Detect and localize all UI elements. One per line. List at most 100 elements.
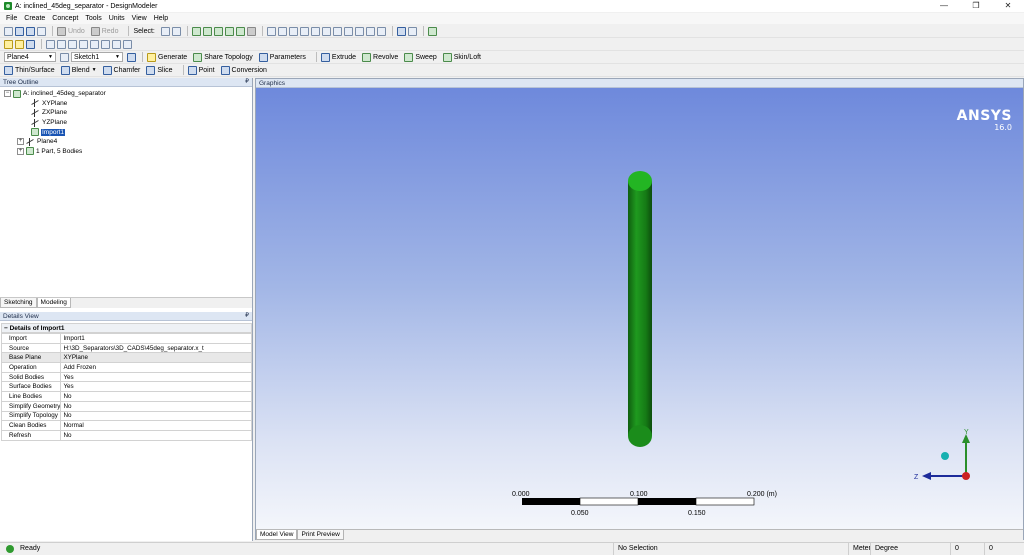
edge-coloring-icon[interactable] bbox=[4, 39, 13, 49]
box-zoom-icon[interactable] bbox=[299, 26, 309, 36]
point-button[interactable]: Point bbox=[187, 65, 215, 75]
tree-item-parts[interactable]: + 1 Part, 5 Bodies bbox=[0, 147, 252, 157]
redo-button[interactable]: Redo bbox=[90, 26, 118, 36]
slice-button[interactable]: Slice bbox=[146, 65, 173, 75]
generate-button[interactable]: Generate bbox=[147, 52, 187, 62]
display-points-icon[interactable] bbox=[407, 26, 417, 36]
3d-viewport[interactable]: ANSYS 16.0 Y Z 0.000 0.100 0.200 (m) 0.0… bbox=[256, 88, 1023, 529]
plane-dropdown[interactable]: Plane4 ▼ bbox=[4, 52, 56, 62]
zoom-fit-icon[interactable] bbox=[310, 26, 320, 36]
sketch-dropdown[interactable]: Sketch1 ▼ bbox=[71, 52, 123, 62]
next-view-icon[interactable] bbox=[343, 26, 353, 36]
extrude-button[interactable]: Extrude bbox=[320, 52, 356, 62]
conversion-button[interactable]: Conversion bbox=[220, 65, 267, 75]
point-selection-icon[interactable] bbox=[46, 39, 55, 49]
magnifier-icon[interactable] bbox=[321, 26, 331, 36]
undo-button[interactable]: Undo bbox=[57, 26, 85, 36]
rotate-icon[interactable] bbox=[266, 26, 276, 36]
revolve-button[interactable]: Revolve bbox=[362, 52, 398, 62]
collapse-toggle[interactable]: − bbox=[4, 90, 11, 98]
thin-surface-button[interactable]: Thin/Surface bbox=[4, 65, 55, 75]
look-at-icon[interactable] bbox=[376, 26, 386, 36]
parameters-button[interactable]: Parameters bbox=[258, 52, 306, 62]
sweep-button[interactable]: Sweep bbox=[404, 52, 437, 62]
select-all-icon[interactable] bbox=[235, 26, 245, 36]
select-faces-icon[interactable] bbox=[213, 26, 223, 36]
edge-joint-icon[interactable] bbox=[57, 39, 66, 49]
property-value[interactable]: H:\3D_Separators\3D_CADS\45deg_separator… bbox=[60, 342, 252, 354]
menu-view[interactable]: View bbox=[132, 15, 147, 22]
skin-loft-button[interactable]: Skin/Loft bbox=[442, 52, 481, 62]
previous-view-icon[interactable] bbox=[332, 26, 342, 36]
property-value[interactable]: Yes bbox=[60, 371, 252, 383]
property-value[interactable]: No bbox=[60, 391, 252, 402]
tab-model-view[interactable]: Model View bbox=[256, 530, 298, 540]
property-value[interactable]: Yes bbox=[60, 381, 252, 393]
new-sketch-icon[interactable] bbox=[127, 52, 136, 62]
line-edit-icon[interactable] bbox=[90, 39, 99, 49]
tree-item-xyplane[interactable]: XYPlane bbox=[0, 99, 252, 109]
menu-create[interactable]: Create bbox=[24, 15, 45, 22]
flag-icon[interactable] bbox=[123, 39, 132, 49]
property-value[interactable]: Add Frozen bbox=[60, 362, 252, 373]
select-edges-icon[interactable] bbox=[202, 26, 212, 36]
details-group-header[interactable]: − Details of Import1 bbox=[1, 323, 252, 333]
tree-item-plane4[interactable]: + Plane4 bbox=[0, 137, 252, 147]
tree-item-zxplane[interactable]: ZXPlane bbox=[0, 108, 252, 118]
screenshot-icon[interactable] bbox=[37, 26, 46, 36]
tab-sketching[interactable]: Sketching bbox=[0, 298, 37, 308]
extend-selection-icon[interactable] bbox=[246, 26, 256, 36]
push-pin-icon[interactable] bbox=[112, 39, 121, 49]
expand-toggle[interactable]: + bbox=[17, 138, 24, 146]
wireframe-icon[interactable] bbox=[427, 26, 437, 36]
property-value[interactable]: XYPlane bbox=[60, 352, 252, 364]
curve-edit-icon[interactable] bbox=[101, 39, 110, 49]
tab-modeling[interactable]: Modeling bbox=[36, 298, 71, 308]
property-value[interactable]: No bbox=[60, 400, 252, 412]
tree-root[interactable]: − A: inclined_45deg_separator bbox=[0, 89, 252, 99]
menu-units[interactable]: Units bbox=[109, 15, 125, 22]
property-value[interactable]: No bbox=[60, 410, 252, 422]
save-as-icon[interactable] bbox=[26, 26, 35, 36]
status-unit-angle[interactable]: Degree bbox=[870, 543, 950, 555]
pin-icon[interactable]: ₽ bbox=[245, 78, 249, 87]
menu-help[interactable]: Help bbox=[154, 15, 168, 22]
save-icon[interactable] bbox=[15, 26, 24, 36]
share-topology-button[interactable]: Share Topology bbox=[193, 52, 253, 62]
selection-filter-icon[interactable] bbox=[171, 26, 181, 36]
property-value[interactable]: Normal bbox=[60, 420, 252, 431]
new-file-icon[interactable] bbox=[4, 26, 13, 36]
new-plane-icon[interactable] bbox=[60, 52, 69, 62]
display-plane-icon[interactable] bbox=[365, 26, 375, 36]
iso-view-ball[interactable] bbox=[941, 452, 949, 460]
vertex-icon[interactable] bbox=[79, 39, 88, 49]
maximize-button[interactable]: ❐ bbox=[960, 0, 992, 12]
menu-tools[interactable]: Tools bbox=[85, 15, 101, 22]
select-bodies-icon[interactable] bbox=[224, 26, 234, 36]
property-value[interactable]: No bbox=[60, 429, 252, 441]
minimize-button[interactable]: — bbox=[928, 0, 960, 12]
expand-toggle[interactable]: + bbox=[17, 147, 24, 155]
chamfer-button[interactable]: Chamfer bbox=[102, 65, 140, 75]
property-value[interactable]: Import1 bbox=[60, 333, 252, 344]
menu-file[interactable]: File bbox=[6, 15, 17, 22]
cylinder-body[interactable] bbox=[628, 171, 652, 447]
pan-icon[interactable] bbox=[277, 26, 287, 36]
blend-button[interactable]: Blend ▼ bbox=[60, 65, 97, 75]
pin-icon[interactable]: ₽ bbox=[245, 312, 249, 321]
menu-concept[interactable]: Concept bbox=[52, 15, 78, 22]
edge-style-icon[interactable] bbox=[15, 39, 24, 49]
display-model-icon[interactable] bbox=[396, 26, 406, 36]
status-unit-length[interactable]: Meter bbox=[848, 543, 871, 555]
tree-item-import1[interactable]: Import1 bbox=[0, 127, 252, 137]
select-mode-icon[interactable] bbox=[160, 26, 170, 36]
collapse-icon[interactable]: − bbox=[4, 325, 8, 332]
close-button[interactable]: ✕ bbox=[992, 0, 1024, 12]
graphics-options-icon[interactable] bbox=[26, 39, 35, 49]
tree-item-yzplane[interactable]: YZPlane bbox=[0, 118, 252, 128]
edge-direction-icon[interactable] bbox=[68, 39, 77, 49]
select-points-icon[interactable] bbox=[191, 26, 201, 36]
zoom-icon[interactable] bbox=[288, 26, 298, 36]
isometric-view-icon[interactable] bbox=[354, 26, 364, 36]
tab-print-preview[interactable]: Print Preview bbox=[297, 530, 344, 540]
